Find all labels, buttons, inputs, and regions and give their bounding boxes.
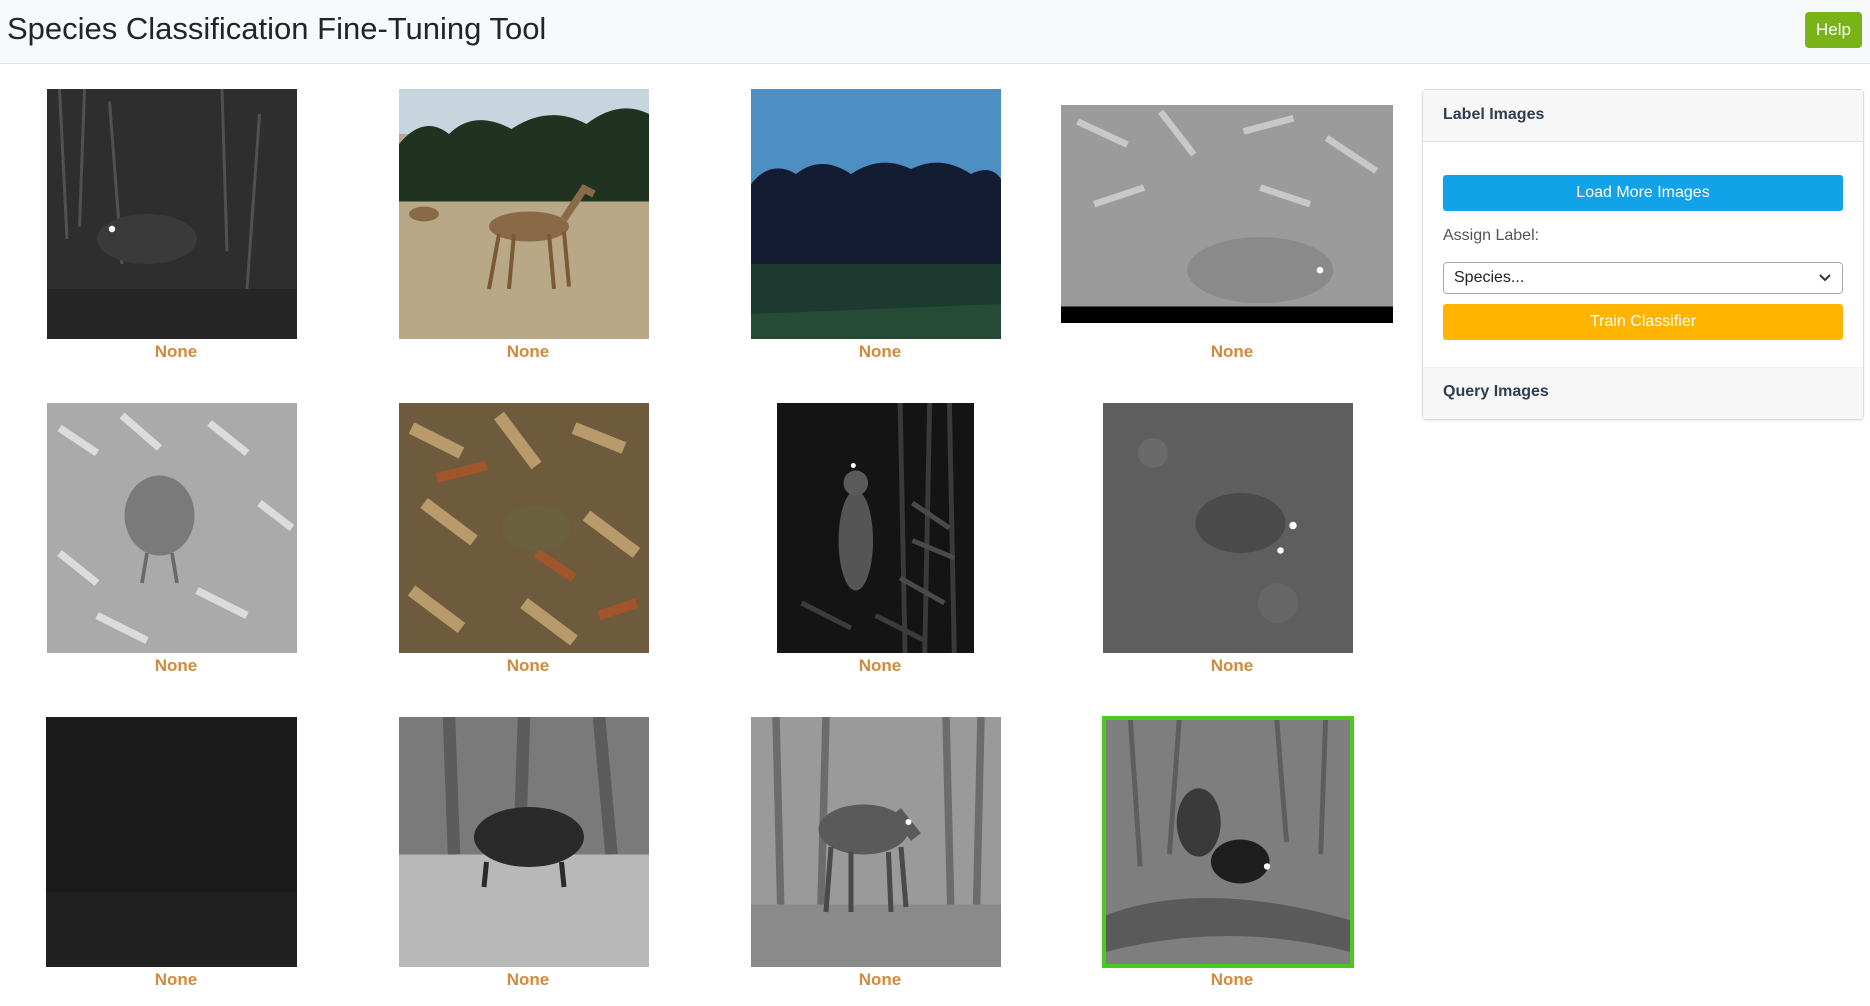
image-label: None (506, 656, 550, 675)
image-label: None (506, 342, 550, 361)
camera-trap-image[interactable] (1061, 105, 1393, 323)
assign-label-text: Assign Label: (1443, 227, 1540, 244)
query-images-section[interactable]: Query Images (1423, 367, 1863, 419)
query-images-label: Query Images (1443, 383, 1549, 400)
image-card: None (1056, 64, 1408, 378)
chevron-down-icon (1819, 274, 1831, 282)
image-card: None (704, 692, 1056, 1006)
image-card: None (0, 692, 352, 1006)
image-card: None (1056, 378, 1408, 692)
image-card: None (0, 378, 352, 692)
image-label: None (1210, 656, 1254, 675)
image-label: None (154, 656, 198, 675)
camera-trap-image[interactable] (399, 89, 649, 339)
camera-trap-image[interactable] (1103, 403, 1353, 653)
image-card: None (1056, 692, 1408, 1006)
image-label: None (1210, 970, 1254, 989)
image-label: None (858, 342, 902, 361)
label-images-panel: Label Images Load More Images Assign Lab… (1422, 89, 1864, 420)
app-title: Species Classification Fine-Tuning Tool (7, 11, 547, 46)
camera-trap-image-selected[interactable] (1102, 716, 1354, 968)
image-card: None (704, 64, 1056, 378)
camera-trap-image[interactable] (47, 89, 297, 339)
image-card: None (0, 64, 352, 378)
species-select-value: Species... (1454, 269, 1525, 286)
image-card: None (704, 378, 1056, 692)
help-button[interactable]: Help (1805, 12, 1862, 48)
image-card: None (352, 378, 704, 692)
top-navbar: Species Classification Fine-Tuning Tool … (0, 0, 1870, 64)
camera-trap-image[interactable] (399, 403, 649, 653)
camera-trap-image[interactable] (47, 403, 297, 653)
camera-trap-image[interactable] (777, 403, 974, 653)
species-select[interactable]: Species... (1443, 262, 1843, 294)
image-grid: None None None None None None None None … (0, 64, 1410, 994)
camera-trap-image[interactable] (751, 89, 1001, 339)
image-label: None (506, 970, 550, 989)
image-card: None (352, 692, 704, 1006)
train-classifier-button[interactable]: Train Classifier (1443, 304, 1843, 340)
image-label: None (154, 970, 198, 989)
panel-header: Label Images (1423, 90, 1863, 142)
image-label: None (858, 656, 902, 675)
camera-trap-image[interactable] (399, 717, 649, 967)
panel-title: Label Images (1443, 106, 1545, 123)
camera-trap-image[interactable] (751, 717, 1001, 967)
image-label: None (858, 970, 902, 989)
image-label: None (1210, 342, 1254, 361)
image-card: None (352, 64, 704, 378)
camera-trap-image[interactable] (46, 717, 297, 967)
load-more-images-button[interactable]: Load More Images (1443, 175, 1843, 211)
image-label: None (154, 342, 198, 361)
